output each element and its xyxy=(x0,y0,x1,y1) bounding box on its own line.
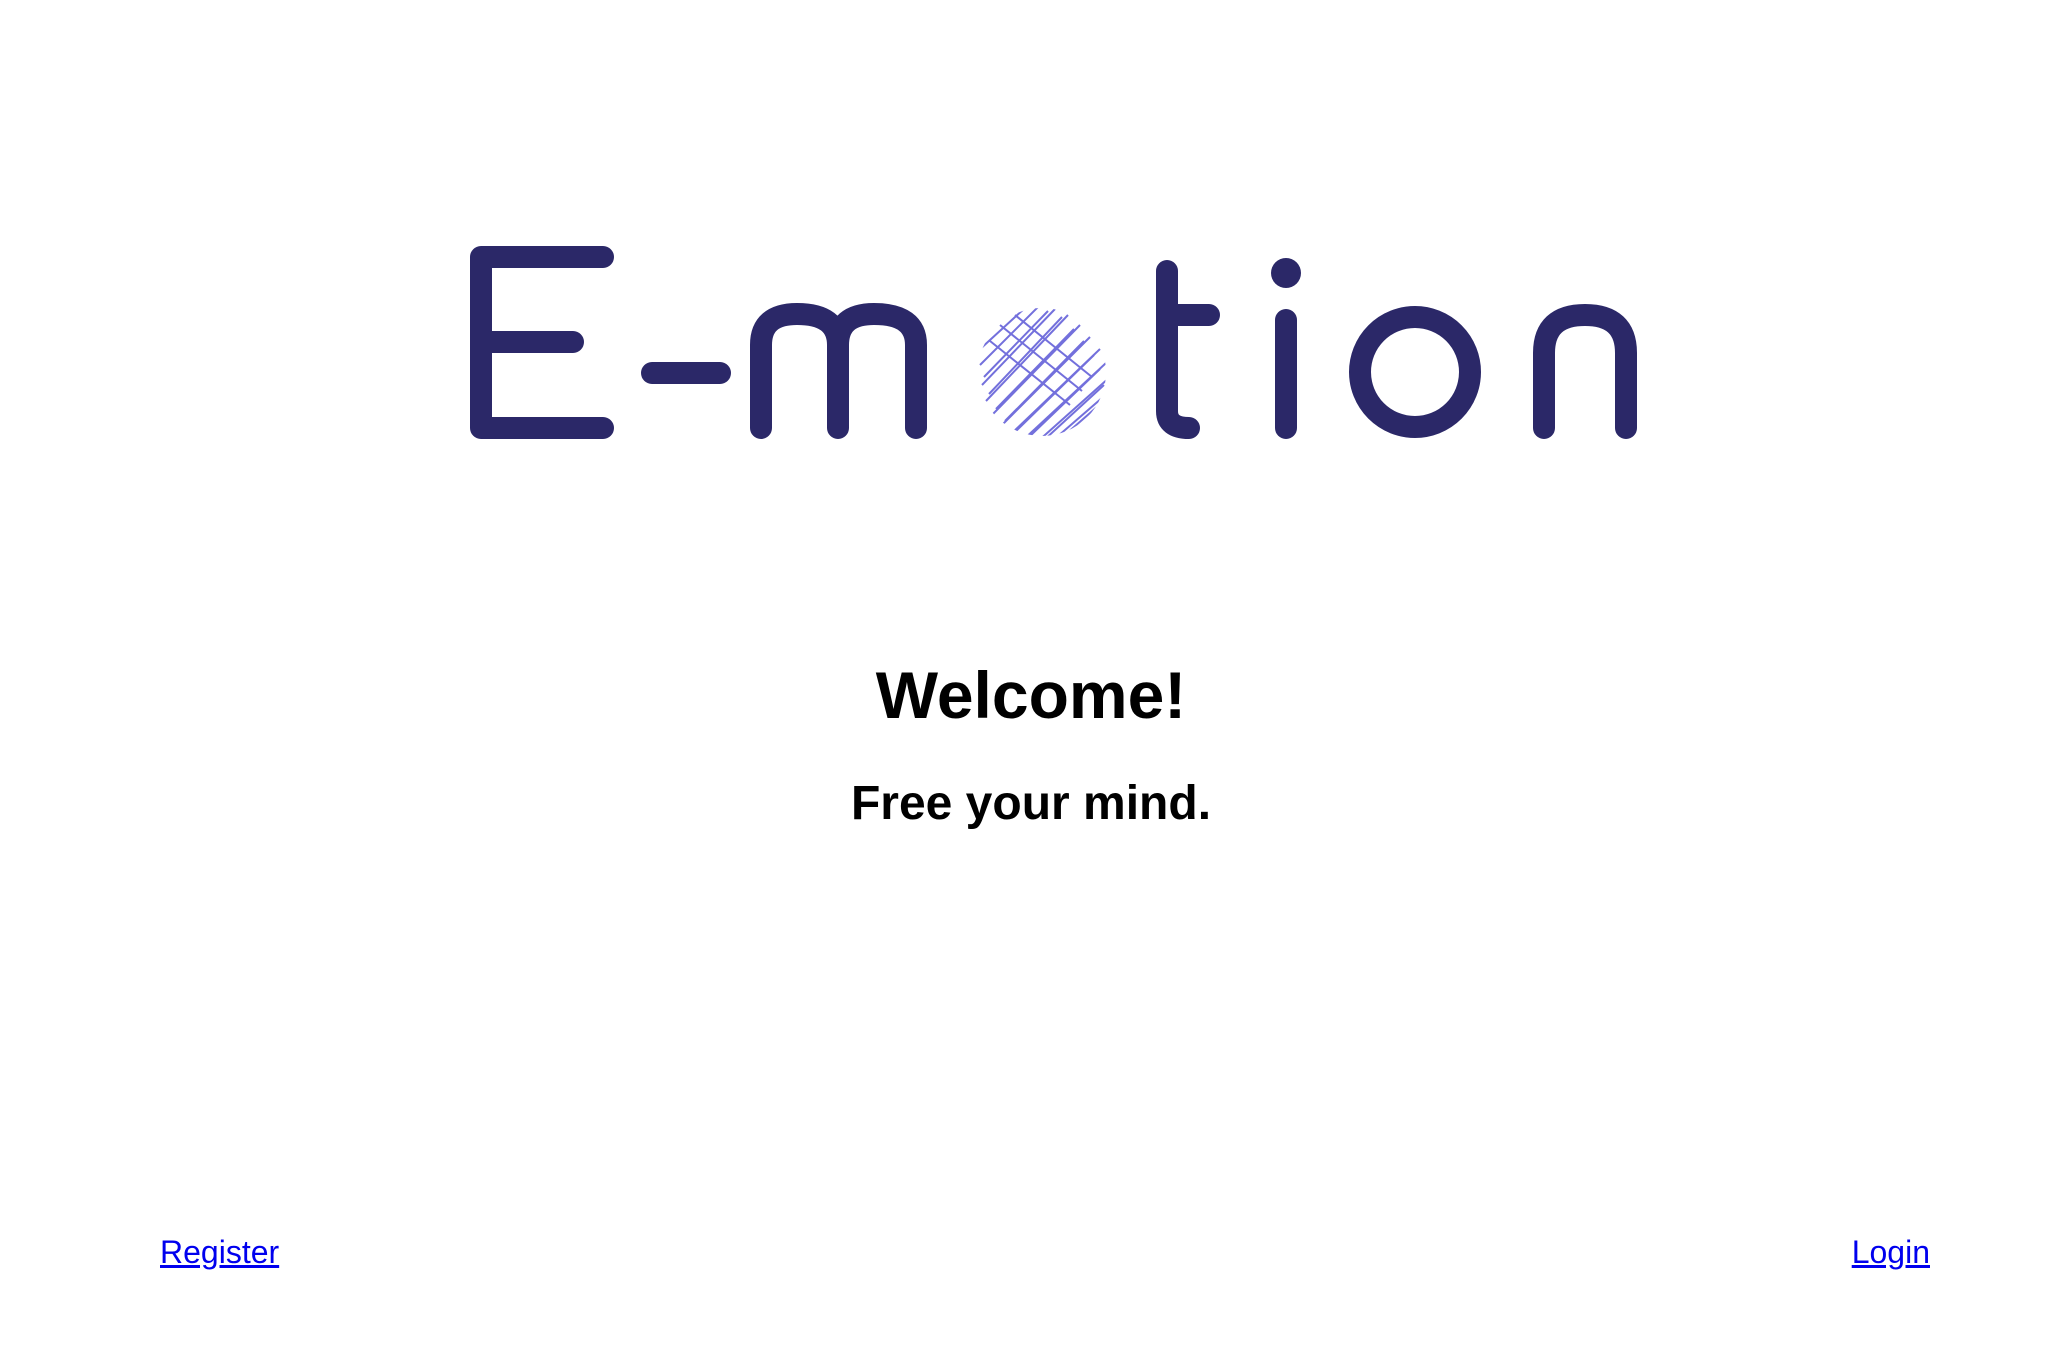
tagline: Free your mind. xyxy=(850,777,1212,830)
e-motion-logo xyxy=(470,245,1640,445)
register-link[interactable]: Register xyxy=(160,1232,279,1272)
logo-wordmark xyxy=(470,246,1637,439)
welcome-heading: Welcome! xyxy=(875,658,1187,732)
login-link[interactable]: Login xyxy=(1852,1232,1930,1272)
